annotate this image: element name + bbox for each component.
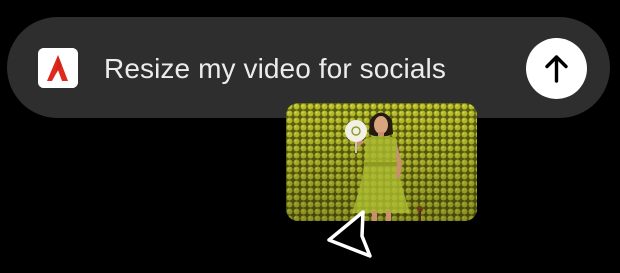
prompt-input[interactable]: Resize my video for socials — [104, 49, 446, 89]
video-thumbnail[interactable] — [286, 103, 477, 221]
adobe-express-logo-icon — [38, 48, 78, 88]
send-button[interactable] — [526, 38, 587, 99]
pointer-arrow-icon — [327, 210, 372, 258]
arrow-up-icon — [545, 55, 568, 83]
video-thumbnail-image — [286, 103, 477, 221]
